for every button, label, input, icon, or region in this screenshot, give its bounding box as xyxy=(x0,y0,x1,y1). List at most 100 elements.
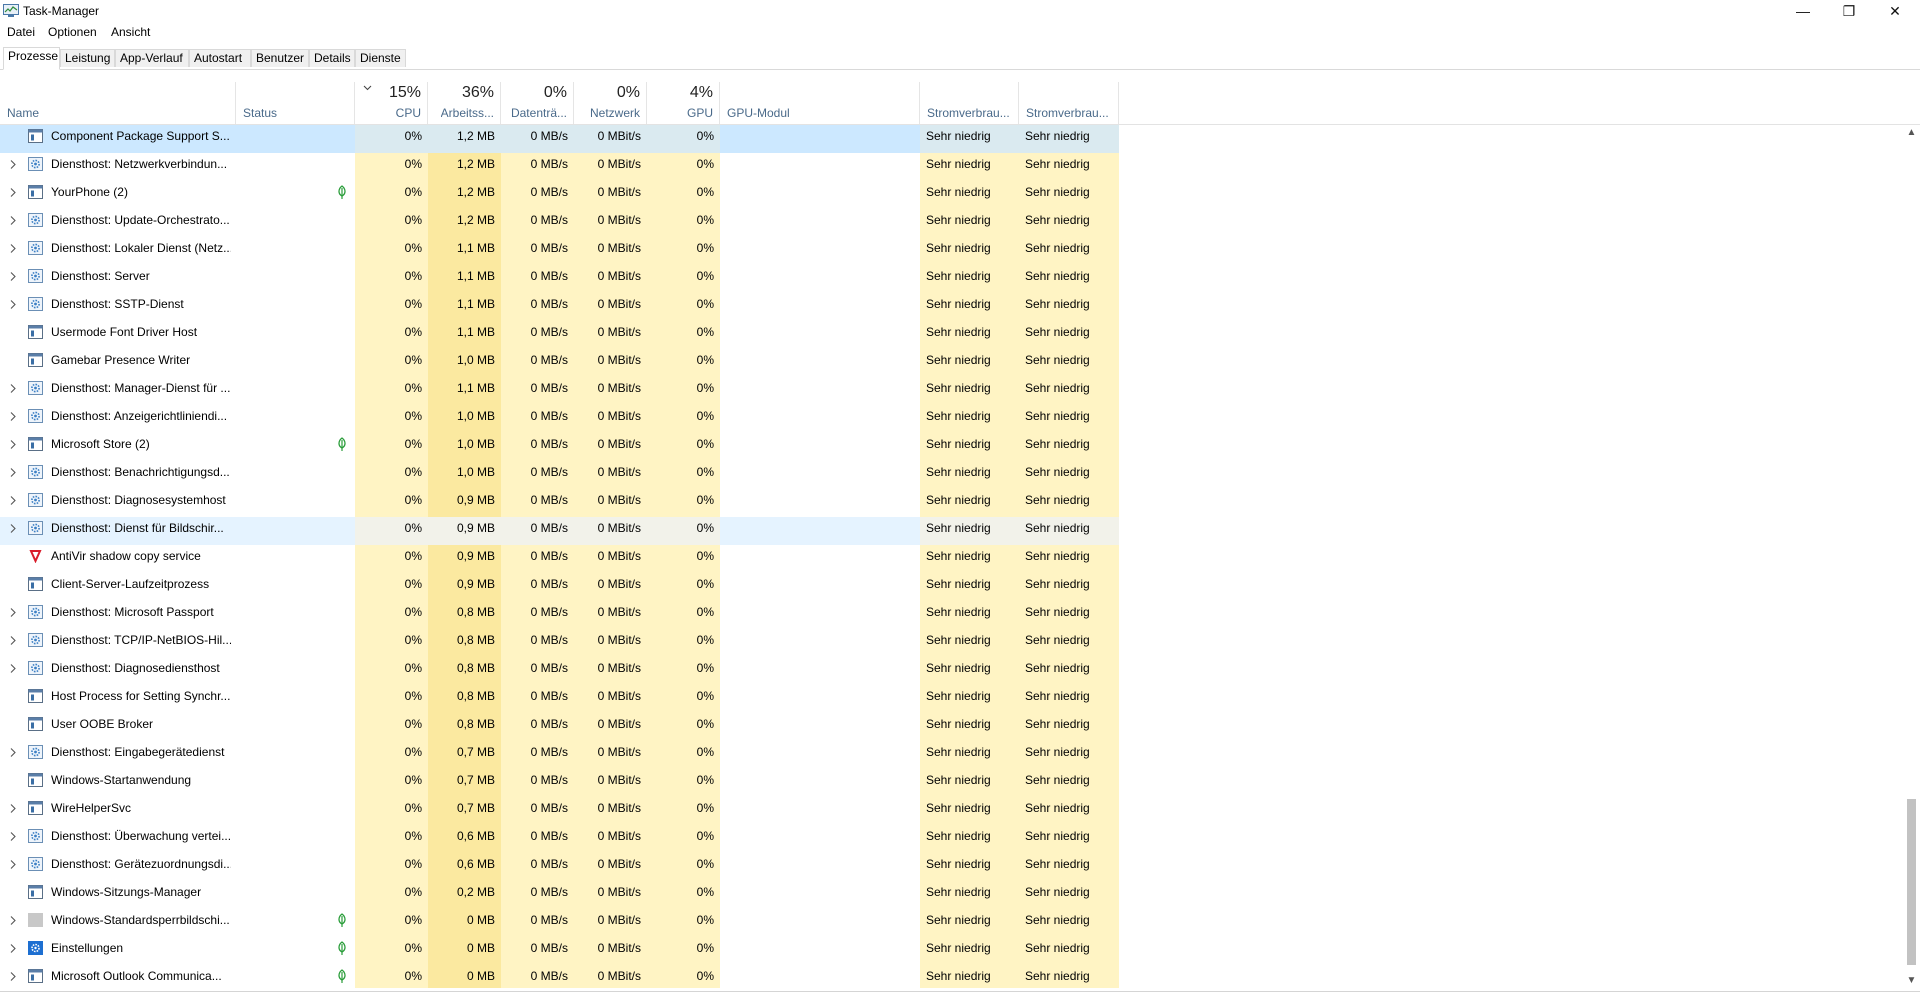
name-cell[interactable]: WireHelperSvc xyxy=(0,797,355,825)
column-header-status[interactable]: Status xyxy=(236,82,355,124)
process-row[interactable]: Diensthost: SSTP-Dienst 0% 1,1 MB 0 MB/s 0 M… xyxy=(0,293,1902,321)
name-cell[interactable]: Diensthost: Benachrichtigungsd... xyxy=(0,461,355,489)
name-cell[interactable]: Diensthost: Diagnosediensthost xyxy=(0,657,355,685)
process-row[interactable]: Diensthost: Dienst für Bildschir... 0% 0,9… xyxy=(0,517,1902,545)
restore-button[interactable]: ❐ xyxy=(1826,0,1872,24)
tab-autostart[interactable]: Autostart xyxy=(189,49,251,67)
scrollbar-thumb[interactable] xyxy=(1907,799,1916,965)
name-cell[interactable]: YourPhone (2) xyxy=(0,181,355,209)
process-row[interactable]: Diensthost: Diagnosediensthost 0% 0,8 MB 0 … xyxy=(0,657,1902,685)
process-row[interactable]: Windows-Startanwendung 0% 0,7 MB 0 MB/s 0 MB… xyxy=(0,769,1902,797)
chevron-right-icon[interactable] xyxy=(8,153,18,176)
process-row[interactable]: Diensthost: Anzeigerichtliniendi... 0% 1,0… xyxy=(0,405,1902,433)
process-row[interactable]: Diensthost: Überwachung vertei... 0% 0,6 M… xyxy=(0,825,1902,853)
tab-benutzer[interactable]: Benutzer xyxy=(251,49,309,67)
name-cell[interactable]: AntiVir shadow copy service xyxy=(0,545,355,573)
chevron-right-icon[interactable] xyxy=(8,433,18,456)
process-row[interactable]: Component Package Support S... 0% 1,2 MB 0 … xyxy=(0,125,1902,153)
name-cell[interactable]: Diensthost: Manager-Dienst für ... xyxy=(0,377,355,405)
process-row[interactable]: Windows-Sitzungs-Manager 0% 0,2 MB 0 MB/s 0 … xyxy=(0,881,1902,909)
name-cell[interactable]: Gamebar Presence Writer xyxy=(0,349,355,377)
column-header-cpu[interactable]: 15% CPU xyxy=(355,82,428,124)
process-row[interactable]: Diensthost: TCP/IP-NetBIOS-Hil... 0% 0,8 M… xyxy=(0,629,1902,657)
menu-ansicht[interactable]: Ansicht xyxy=(111,25,150,39)
name-cell[interactable]: Microsoft Outlook Communica... xyxy=(0,965,355,988)
chevron-right-icon[interactable] xyxy=(8,657,18,680)
chevron-right-icon[interactable] xyxy=(8,909,18,932)
column-header-memory[interactable]: 36% Arbeitss... xyxy=(428,82,501,124)
name-cell[interactable]: Diensthost: Eingabegerätedienst xyxy=(0,741,355,769)
tab-dienste[interactable]: Dienste xyxy=(355,49,406,67)
name-cell[interactable]: Host Process for Setting Synchr... xyxy=(0,685,355,713)
chevron-right-icon[interactable] xyxy=(8,405,18,428)
name-cell[interactable]: Windows-Sitzungs-Manager xyxy=(0,881,355,909)
chevron-right-icon[interactable] xyxy=(8,489,18,512)
process-row[interactable]: Microsoft Outlook Communica... 0% 0 MB 0 MB… xyxy=(0,965,1902,988)
process-row[interactable]: User OOBE Broker 0% 0,8 MB 0 MB/s 0 MBit/s 0%… xyxy=(0,713,1902,741)
column-header-power-usage[interactable]: Stromverbrau... xyxy=(920,82,1019,124)
chevron-right-icon[interactable] xyxy=(8,377,18,400)
tab-details[interactable]: Details xyxy=(309,49,355,67)
process-row[interactable]: Gamebar Presence Writer 0% 1,0 MB 0 MB/s 0 M… xyxy=(0,349,1902,377)
chevron-right-icon[interactable] xyxy=(8,741,18,764)
menu-datei[interactable]: Datei xyxy=(7,25,35,39)
name-cell[interactable]: Diensthost: TCP/IP-NetBIOS-Hil... xyxy=(0,629,355,657)
chevron-right-icon[interactable] xyxy=(8,825,18,848)
minimize-button[interactable]: — xyxy=(1780,0,1826,24)
name-cell[interactable]: Component Package Support S... xyxy=(0,125,355,153)
column-header-gpu[interactable]: 4% GPU xyxy=(647,82,720,124)
process-row[interactable]: Diensthost: Eingabegerätedienst 0% 0,7 MB 0… xyxy=(0,741,1902,769)
name-cell[interactable]: Diensthost: Server xyxy=(0,265,355,293)
name-cell[interactable]: User OOBE Broker xyxy=(0,713,355,741)
scroll-up-arrow-icon[interactable]: ▲ xyxy=(1906,127,1917,138)
process-row[interactable]: YourPhone (2) 0% 1,2 MB 0 MB/s 0 MBit/s 0% Seh… xyxy=(0,181,1902,209)
process-row[interactable]: Diensthost: Gerätezuordnungsdi... 0% 0,6 M… xyxy=(0,853,1902,881)
chevron-right-icon[interactable] xyxy=(8,601,18,624)
chevron-right-icon[interactable] xyxy=(8,237,18,260)
chevron-right-icon[interactable] xyxy=(8,461,18,484)
close-button[interactable]: ✕ xyxy=(1872,0,1918,24)
name-cell[interactable]: Diensthost: SSTP-Dienst xyxy=(0,293,355,321)
chevron-right-icon[interactable] xyxy=(8,209,18,232)
process-row[interactable]: AntiVir shadow copy service 0% 0,9 MB 0 MB/… xyxy=(0,545,1902,573)
chevron-right-icon[interactable] xyxy=(8,797,18,820)
chevron-right-icon[interactable] xyxy=(8,937,18,960)
process-row[interactable]: Diensthost: Netzwerkverbindun... 0% 1,2 MB… xyxy=(0,153,1902,181)
name-cell[interactable]: Diensthost: Netzwerkverbindun... xyxy=(0,153,355,181)
name-cell[interactable]: Windows-Standardsperrbildschi... xyxy=(0,909,355,937)
chevron-right-icon[interactable] xyxy=(8,629,18,652)
process-row[interactable]: WireHelperSvc 0% 0,7 MB 0 MB/s 0 MBit/s 0% Seh… xyxy=(0,797,1902,825)
tab-prozesse[interactable]: Prozesse xyxy=(3,47,60,70)
chevron-right-icon[interactable] xyxy=(8,965,18,988)
process-row[interactable]: Diensthost: Lokaler Dienst (Netz... 0% 1,1… xyxy=(0,237,1902,265)
process-row[interactable]: Diensthost: Manager-Dienst für ... 0% 1,1 … xyxy=(0,377,1902,405)
scroll-down-arrow-icon[interactable]: ▼ xyxy=(1906,975,1917,986)
name-cell[interactable]: Einstellungen xyxy=(0,937,355,965)
name-cell[interactable]: Diensthost: Gerätezuordnungsdi... xyxy=(0,853,355,881)
process-row[interactable]: Diensthost: Benachrichtigungsd... 0% 1,0 M… xyxy=(0,461,1902,489)
chevron-right-icon[interactable] xyxy=(8,517,18,540)
process-row[interactable]: Diensthost: Update-Orchestrato... 0% 1,2 M… xyxy=(0,209,1902,237)
process-row[interactable]: Windows-Standardsperrbildschi... 0% 0 MB 0 … xyxy=(0,909,1902,937)
process-row[interactable]: Client-Server-Laufzeitprozess 0% 0,9 MB 0 M… xyxy=(0,573,1902,601)
column-header-name[interactable]: Name xyxy=(0,82,236,124)
chevron-right-icon[interactable] xyxy=(8,265,18,288)
process-row[interactable]: Diensthost: Server 0% 1,1 MB 0 MB/s 0 MBit/s… xyxy=(0,265,1902,293)
column-header-gpu-engine[interactable]: GPU-Modul xyxy=(720,82,920,124)
chevron-right-icon[interactable] xyxy=(8,853,18,876)
process-row[interactable]: Diensthost: Diagnosesystemhost 0% 0,9 MB 0 … xyxy=(0,489,1902,517)
name-cell[interactable]: Windows-Startanwendung xyxy=(0,769,355,797)
column-header-power-trend[interactable]: Stromverbrau... xyxy=(1019,82,1119,124)
tab-leistung[interactable]: Leistung xyxy=(60,49,115,67)
process-row[interactable]: Diensthost: Microsoft Passport 0% 0,8 MB 0 … xyxy=(0,601,1902,629)
name-cell[interactable]: Diensthost: Lokaler Dienst (Netz... xyxy=(0,237,355,265)
name-cell[interactable]: Diensthost: Microsoft Passport xyxy=(0,601,355,629)
chevron-right-icon[interactable] xyxy=(8,181,18,204)
process-row[interactable]: Microsoft Store (2) 0% 1,0 MB 0 MB/s 0 MBit/… xyxy=(0,433,1902,461)
process-row[interactable]: Usermode Font Driver Host 0% 1,1 MB 0 MB/s 0… xyxy=(0,321,1902,349)
name-cell[interactable]: Microsoft Store (2) xyxy=(0,433,355,461)
name-cell[interactable]: Usermode Font Driver Host xyxy=(0,321,355,349)
name-cell[interactable]: Diensthost: Update-Orchestrato... xyxy=(0,209,355,237)
vertical-scrollbar[interactable]: ▲ ▼ xyxy=(1903,125,1920,988)
chevron-right-icon[interactable] xyxy=(8,293,18,316)
